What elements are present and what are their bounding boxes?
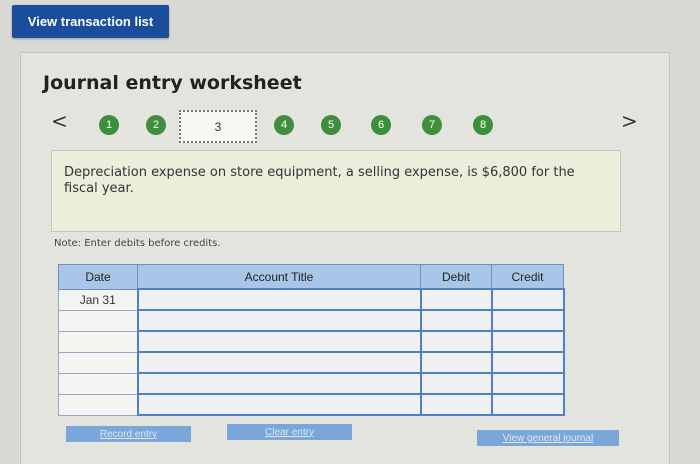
account-title-input[interactable] [136,288,422,311]
debit-input[interactable] [419,288,493,311]
date-cell [58,330,138,353]
step-2-button[interactable]: 2 [146,115,166,135]
previous-arrow-icon[interactable]: < [51,111,68,131]
date-cell [58,372,138,395]
step-3-current[interactable]: 3 [179,110,257,143]
credit-input[interactable] [490,351,565,374]
account-title-input[interactable] [136,330,422,353]
clear-entry-button[interactable]: Clear entry [227,424,352,440]
debit-input[interactable] [419,351,493,374]
debit-input[interactable] [419,393,493,416]
credit-input[interactable] [490,288,565,311]
step-5-button[interactable]: 5 [321,115,341,135]
account-title-input[interactable] [136,351,422,374]
date-column-header: Date [58,264,138,290]
table-row: Jan 31 [58,288,565,311]
table-row [58,372,565,395]
debit-input[interactable] [419,309,493,332]
view-transaction-list-button[interactable]: View transaction list [12,5,169,38]
view-general-journal-button[interactable]: View general journal [477,430,619,446]
date-cell [58,393,138,416]
date-cell: Jan 31 [58,288,138,311]
page-title: Journal entry worksheet [43,72,302,94]
debit-input[interactable] [419,330,493,353]
table-row [58,309,565,332]
debit-column-header: Debit [420,264,492,290]
account-title-column-header: Account Title [137,264,421,290]
credit-input[interactable] [490,309,565,332]
table-row [58,330,565,353]
account-title-input[interactable] [136,393,422,416]
table-row [58,351,565,374]
credit-input[interactable] [490,330,565,353]
account-title-input[interactable] [136,372,422,395]
account-title-input[interactable] [136,309,422,332]
step-1-button[interactable]: 1 [99,115,119,135]
debit-input[interactable] [419,372,493,395]
step-8-button[interactable]: 8 [473,115,493,135]
date-cell [58,309,138,332]
transaction-description: Depreciation expense on store equipment,… [51,150,621,232]
step-6-button[interactable]: 6 [371,115,391,135]
step-7-button[interactable]: 7 [422,115,442,135]
next-arrow-icon[interactable]: > [621,111,638,131]
table-header-row: Date Account Title Debit Credit [58,264,564,290]
table-row [58,393,565,416]
journal-table: Date Account Title Debit Credit Jan 31 [58,264,565,416]
credit-input[interactable] [490,372,565,395]
credit-column-header: Credit [491,264,564,290]
credit-input[interactable] [490,393,565,416]
date-cell [58,351,138,374]
step-4-button[interactable]: 4 [274,115,294,135]
note-text: Note: Enter debits before credits. [54,238,221,249]
journal-entry-worksheet-panel: Journal entry worksheet < > 1 2 3 4 5 6 … [20,52,670,464]
record-entry-button[interactable]: Record entry [66,426,191,442]
